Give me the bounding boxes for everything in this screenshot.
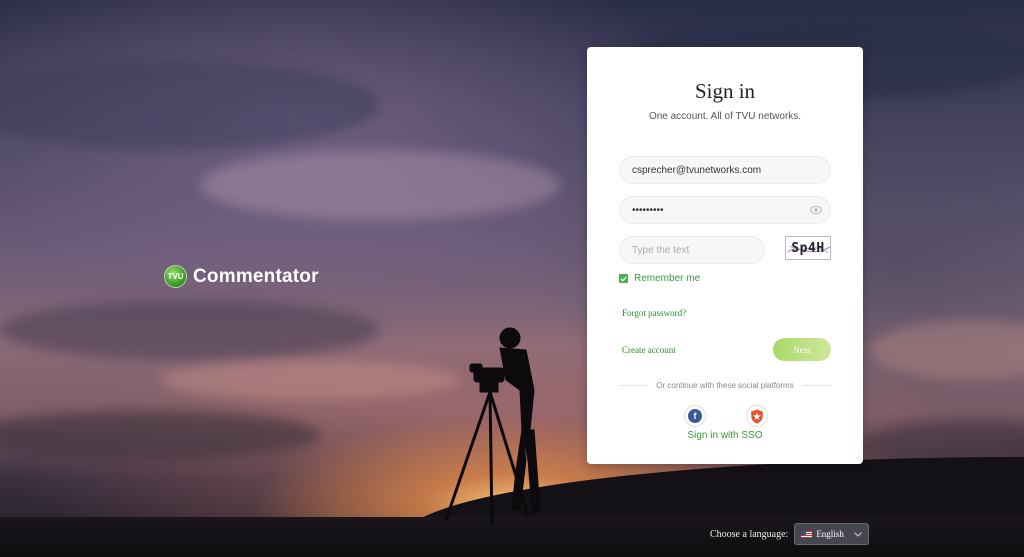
- social-divider-text: Or continue with these social platforms: [656, 381, 794, 390]
- facebook-button[interactable]: f: [684, 405, 706, 427]
- language-label: Choose a language:: [710, 528, 789, 540]
- background-image: [0, 0, 1024, 557]
- captcha-field-wrapper: [619, 236, 765, 264]
- social-buttons: f: [684, 405, 768, 427]
- signin-title: Sign in: [694, 79, 756, 103]
- cameraman-silhouette: [444, 327, 541, 526]
- email-input[interactable]: [630, 163, 820, 177]
- remember-checkbox[interactable]: [619, 274, 628, 283]
- language-chooser: Choose a language: English: [710, 523, 870, 545]
- language-selected: English: [816, 529, 844, 539]
- chevron-down-icon: [854, 531, 863, 537]
- check-icon: [620, 276, 627, 282]
- forgot-password-link[interactable]: Forgot password?: [622, 308, 686, 318]
- email-field-wrapper: [619, 156, 831, 184]
- app-name: Commentator: [193, 265, 319, 287]
- password-field-wrapper: [619, 196, 831, 224]
- sso-button[interactable]: [746, 405, 768, 427]
- captcha-image[interactable]: Sp4H: [785, 236, 831, 260]
- signin-subtitle: One account. All of TVU networks.: [648, 111, 802, 122]
- password-input[interactable]: [630, 203, 820, 217]
- captcha-text: Sp4H: [791, 240, 825, 256]
- facebook-icon: f: [688, 409, 702, 423]
- remember-label: Remember me: [634, 273, 701, 284]
- next-button[interactable]: Next: [773, 338, 831, 361]
- signin-card: Sign in One account. All of TVU networks…: [587, 47, 863, 464]
- tvu-logo-icon: TVU: [164, 265, 187, 288]
- captcha-input[interactable]: [630, 243, 754, 257]
- show-password-eye-icon[interactable]: [810, 205, 822, 215]
- sso-label[interactable]: Sign in with SSO: [587, 430, 863, 441]
- language-select[interactable]: English: [794, 523, 870, 545]
- social-divider: Or continue with these social platforms: [619, 381, 831, 390]
- create-account-link[interactable]: Create account: [622, 345, 676, 355]
- remember-me[interactable]: Remember me: [619, 273, 700, 284]
- auth0-icon: [751, 409, 763, 424]
- brand: TVU Commentator: [164, 265, 319, 288]
- us-flag-icon: [801, 530, 813, 538]
